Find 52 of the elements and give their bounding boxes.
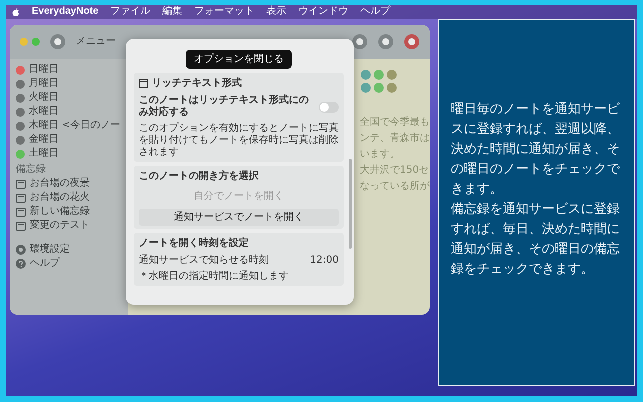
section-header: 備忘録 [16, 163, 47, 177]
menu-item[interactable]: ファイル [110, 5, 151, 19]
menu-item[interactable]: 表示 [266, 5, 287, 19]
note-text: 大井沢で150セ [360, 164, 430, 178]
delete-icon[interactable] [404, 34, 420, 50]
sidebar-item[interactable]: 水曜日 [16, 105, 122, 119]
note-text: 全国で今季最も [360, 116, 430, 130]
toolbar-icon[interactable] [378, 34, 394, 50]
menu-item[interactable]: EverydayNote [32, 5, 99, 19]
sidebar-item[interactable]: ヘルプ [16, 257, 122, 271]
description-text: 曜日毎のノートを通知サービスに登録すれば、翌週以降、決めた時間に通知が届き、その曜日のノートをチェックできます。 [451, 101, 622, 199]
toolbar-icon[interactable] [352, 34, 368, 50]
sidebar-item[interactable]: 木曜日 <今日のノー [16, 119, 122, 133]
toggle-switch[interactable] [319, 102, 339, 112]
menu-item[interactable]: フォーマット [194, 5, 255, 19]
menu-item[interactable]: 編集 [162, 5, 183, 19]
sidebar-item[interactable]: 環境設定 [16, 243, 122, 257]
sidebar-item[interactable]: 火曜日 [16, 91, 122, 105]
menu-icon[interactable] [50, 34, 66, 50]
section-title: リッチテキスト形式 [152, 76, 242, 91]
sidebar-item[interactable]: お台場の夜景 [16, 177, 122, 191]
sidebar-item[interactable]: お台場の花火 [16, 191, 122, 205]
note-icon [16, 222, 26, 230]
sidebar-item[interactable]: 変更のテスト [16, 219, 122, 233]
sidebar-item[interactable]: 月曜日 [16, 77, 122, 91]
open-option[interactable]: 通知サービスでノートを開く [139, 209, 339, 226]
option-description: このオプションを有効にするとノートに写真を貼り付けてもノートを保存時に写真は削除されます [139, 123, 339, 159]
help-icon [16, 259, 26, 269]
menu-item[interactable]: ヘルプ [360, 5, 391, 19]
note-icon [16, 194, 26, 202]
time-value[interactable]: 12:00 [310, 255, 339, 267]
description-text: 備忘録を通知サービスに登録すれば、毎日、決めた時間に通知が届き、その曜日の備忘録をチェックできます。 [451, 201, 621, 279]
calendar-icon [139, 79, 148, 88]
sidebar-item[interactable]: 新しい備忘録 [16, 205, 122, 219]
sidebar-item[interactable]: 金曜日 [16, 133, 122, 147]
option-label: このノートはリッチテキスト形式にのみ対応する [139, 95, 310, 119]
close-options-button[interactable]: オプションを閉じる [186, 50, 292, 69]
section-title: ノートを開く時刻を設定 [139, 236, 250, 251]
time-label: 通知サービスで知らせる時刻 [139, 255, 269, 267]
apple-logo-icon[interactable] [12, 8, 20, 16]
note-icon [16, 208, 26, 216]
sidebar-item[interactable]: 日曜日 [16, 63, 122, 77]
time-note: ＊水曜日の指定時間に通知します [139, 271, 290, 283]
note-text: います。 [360, 148, 401, 162]
settings-icon [16, 245, 26, 255]
sidebar-item[interactable]: 土曜日 [16, 147, 122, 161]
note-text: なっている所が [360, 180, 430, 194]
toolbar-label: メニュー [76, 35, 116, 49]
section-title: このノートの開き方を選択 [139, 169, 260, 184]
note-text: ンテ、青森市は [360, 132, 430, 146]
menu-item[interactable]: ウインドウ [298, 5, 349, 19]
note-icon [16, 180, 26, 188]
